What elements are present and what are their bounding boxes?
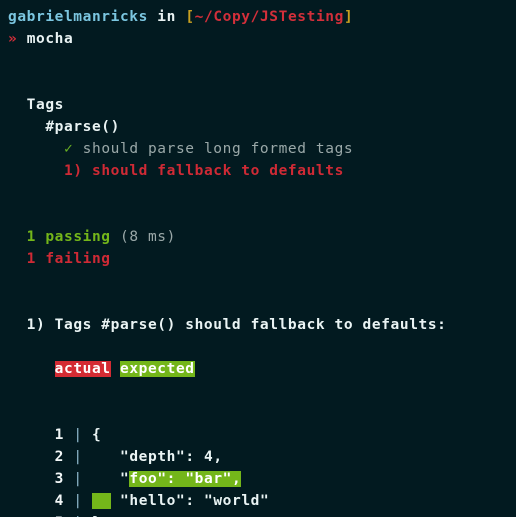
summary-passing-count: 1 passing bbox=[26, 229, 111, 245]
command-gap bbox=[17, 31, 26, 47]
terminal-window[interactable]: gabrielmanricks in [~/Copy/JSTesting] » … bbox=[0, 0, 516, 517]
diff-code-plain-post: "hello": "world" bbox=[110, 493, 270, 509]
describe-name: #parse() bbox=[45, 119, 120, 135]
passing-test-line: ✓ should parse long formed tags bbox=[8, 138, 508, 160]
failure-heading-line: 1) Tags #parse() should fallback to defa… bbox=[8, 314, 508, 336]
diff-gap bbox=[64, 493, 73, 509]
failing-test-name: should fallback to defaults bbox=[92, 163, 344, 179]
prompt-space-2 bbox=[176, 9, 185, 25]
prompt-bracket-close: ] bbox=[343, 9, 354, 25]
diff-code-plain: "depth": 4, bbox=[92, 449, 223, 465]
summary-gap bbox=[111, 229, 120, 245]
summary-duration: (8 ms) bbox=[119, 229, 176, 245]
command-text: mocha bbox=[26, 31, 74, 47]
legend-expected-badge: expected bbox=[119, 361, 195, 377]
diff-indent bbox=[8, 471, 55, 487]
diff-indent bbox=[8, 449, 55, 465]
diff-line-number: 2 bbox=[54, 449, 64, 465]
diff-line-number: 1 bbox=[54, 427, 64, 443]
prompt-line: gabrielmanricks in [~/Copy/JSTesting] bbox=[8, 6, 508, 28]
diff-legend-line: actual expected bbox=[8, 358, 508, 380]
prompt-path: ~/Copy/JSTesting bbox=[194, 9, 344, 25]
diff-row: 5 | } bbox=[8, 512, 508, 517]
test-indent bbox=[8, 141, 64, 157]
check-icon: ✓ bbox=[63, 141, 74, 157]
diff-gap bbox=[64, 471, 73, 487]
legend-gap bbox=[111, 361, 120, 377]
fail-indent bbox=[8, 163, 64, 179]
diff-gap bbox=[64, 449, 73, 465]
diff-line-number: 4 bbox=[54, 493, 64, 509]
diff-code-plain: { bbox=[92, 427, 102, 443]
describe-indent bbox=[8, 119, 45, 135]
diff-pipe-separator: | bbox=[73, 471, 83, 487]
passing-test-name: should parse long formed tags bbox=[82, 141, 354, 157]
terminal-screen: gabrielmanricks in [~/Copy/JSTesting] » … bbox=[0, 0, 516, 517]
diff-gap-2 bbox=[83, 471, 92, 487]
tick-gap bbox=[73, 141, 82, 157]
diff-gap-2 bbox=[83, 493, 92, 509]
failing-test-line: 1) should fallback to defaults bbox=[8, 160, 508, 182]
heading-indent bbox=[8, 317, 27, 333]
summary-indent-2 bbox=[8, 251, 27, 267]
diff-pipe-separator: | bbox=[73, 449, 83, 465]
diff-block: 1 | { 2 | "depth": 4, 3 | "foo": "bar", … bbox=[8, 424, 508, 517]
prompt-symbol-icon: » bbox=[8, 31, 18, 47]
diff-indent bbox=[8, 427, 55, 443]
prompt-in-word: in bbox=[157, 9, 176, 25]
diff-indent bbox=[8, 493, 55, 509]
diff-pipe-separator: | bbox=[73, 427, 83, 443]
suite-line: Tags bbox=[8, 94, 508, 116]
summary-indent bbox=[8, 229, 27, 245]
summary-passing-line: 1 passing (8 ms) bbox=[8, 226, 508, 248]
legend-actual-badge: actual bbox=[54, 361, 111, 377]
fail-gap bbox=[83, 163, 92, 179]
diff-code-highlighted: foo": "bar", bbox=[129, 471, 242, 487]
diff-code-plain: " bbox=[92, 471, 130, 487]
diff-highlight-block bbox=[92, 493, 111, 509]
diff-pipe-separator: | bbox=[73, 493, 83, 509]
diff-gap bbox=[64, 427, 73, 443]
summary-failing-count: 1 failing bbox=[26, 251, 111, 267]
legend-indent bbox=[8, 361, 55, 377]
failing-test-marker: 1) bbox=[63, 163, 83, 179]
prompt-username: gabrielmanricks bbox=[8, 9, 148, 25]
diff-gap-2 bbox=[83, 449, 92, 465]
prompt-bracket-open: [ bbox=[185, 9, 195, 25]
suite-indent bbox=[8, 97, 27, 113]
summary-failing-line: 1 failing bbox=[8, 248, 508, 270]
diff-row: 4 | "hello": "world" bbox=[8, 490, 508, 512]
diff-row: 2 | "depth": 4, bbox=[8, 446, 508, 468]
failure-heading: 1) Tags #parse() should fallback to defa… bbox=[26, 317, 447, 333]
command-line[interactable]: » mocha bbox=[8, 28, 508, 50]
describe-line: #parse() bbox=[8, 116, 508, 138]
diff-gap-2 bbox=[83, 427, 92, 443]
suite-name: Tags bbox=[26, 97, 64, 113]
diff-row: 1 | { bbox=[8, 424, 508, 446]
diff-row: 3 | "foo": "bar", bbox=[8, 468, 508, 490]
diff-line-number: 3 bbox=[54, 471, 64, 487]
